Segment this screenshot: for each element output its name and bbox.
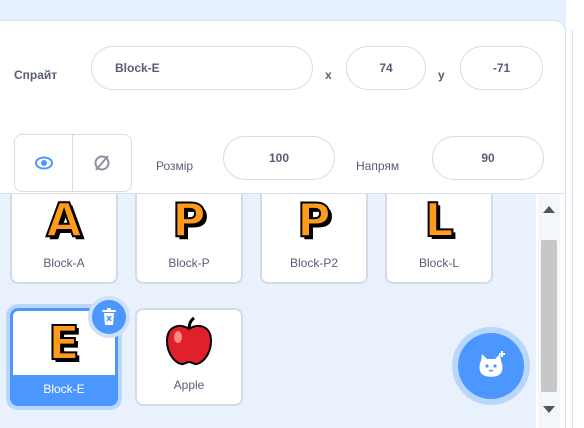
- letter-l-costume: L: [423, 194, 454, 247]
- delete-sprite-button[interactable]: [88, 296, 130, 338]
- sprite-thumbnail: [137, 310, 241, 374]
- sprite-thumbnail: A: [12, 194, 116, 252]
- sprite-tile-label: Block-E: [13, 375, 115, 403]
- sprite-thumbnail: P: [137, 194, 241, 252]
- sprite-name-field[interactable]: Block-E: [91, 46, 313, 90]
- sprite-tile-block-a[interactable]: A Block-A: [10, 194, 118, 284]
- sprite-tile-block-p2[interactable]: P Block-P2: [260, 194, 368, 284]
- sprite-list-scrollbar[interactable]: [538, 194, 560, 428]
- letter-p-costume: P: [171, 194, 207, 247]
- x-value: 74: [379, 61, 393, 75]
- sprite-thumbnail: L: [387, 194, 491, 252]
- hide-sprite-button[interactable]: [73, 135, 131, 191]
- visibility-toggle: [14, 134, 132, 192]
- scroll-up-arrow[interactable]: [543, 206, 555, 213]
- size-label: Розмір: [156, 159, 194, 173]
- divider: [572, 30, 573, 428]
- letter-a-costume: A: [45, 194, 83, 247]
- letter-e-costume: E: [47, 316, 80, 370]
- sprite-tile-label: Block-P: [168, 256, 210, 270]
- x-position-field[interactable]: 74: [346, 46, 426, 90]
- sprite-tile-label: Block-P2: [289, 256, 339, 270]
- scroll-down-arrow[interactable]: [543, 406, 555, 413]
- sprite-thumbnail: P: [262, 194, 366, 252]
- direction-label: Напрям: [356, 159, 400, 173]
- trash-icon: [102, 308, 116, 325]
- sprite-label: Спрайт: [14, 68, 58, 82]
- choose-sprite-button[interactable]: [458, 333, 524, 399]
- sprite-name-value: Block-E: [115, 61, 160, 75]
- eye-icon: [34, 156, 53, 170]
- letter-p-costume: P: [296, 194, 332, 247]
- sprite-list: A Block-A P Block-P P Block-P2 L Block-L…: [0, 194, 536, 428]
- sprite-tile-block-p[interactable]: P Block-P: [135, 194, 243, 284]
- sprite-tile-label: Apple: [173, 378, 205, 392]
- cat-add-icon: [479, 351, 505, 377]
- show-sprite-button[interactable]: [15, 135, 74, 191]
- y-label: y: [438, 68, 445, 82]
- eye-slash-icon: [94, 155, 110, 171]
- direction-value: 90: [481, 151, 495, 165]
- y-position-field[interactable]: -71: [460, 46, 543, 90]
- sprite-tile-apple[interactable]: Apple: [135, 308, 243, 406]
- size-value: 100: [268, 151, 290, 165]
- right-edge-strip: [566, 0, 584, 428]
- sprite-tile-label: Block-L: [418, 256, 459, 270]
- y-value: -71: [492, 61, 511, 75]
- sprite-info-panel: Спрайт Block-E x 74 y -71 Розмір 100 Нап…: [0, 20, 566, 194]
- direction-field[interactable]: 90: [432, 136, 544, 180]
- apple-icon: [165, 317, 213, 366]
- x-label: x: [325, 68, 332, 82]
- sprite-tile-block-l[interactable]: L Block-L: [385, 194, 493, 284]
- size-field[interactable]: 100: [223, 136, 335, 180]
- scrollbar-thumb[interactable]: [541, 240, 557, 392]
- sprite-tile-label: Block-A: [43, 256, 85, 270]
